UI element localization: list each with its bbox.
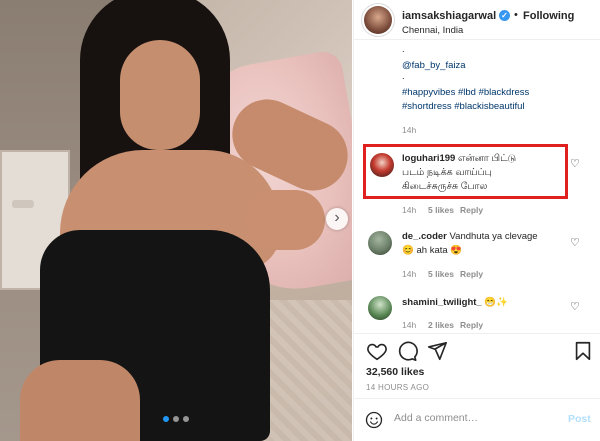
- comment-reply-button[interactable]: Reply: [460, 269, 483, 279]
- comment-text: என்னா பிட்டு: [457, 153, 517, 164]
- comment-likes[interactable]: 2 likes: [428, 320, 454, 330]
- post-header: iamsakshiagarwal ✓ • Following Chennai, …: [354, 0, 600, 40]
- comment-likes[interactable]: 5 likes: [428, 205, 454, 215]
- author-avatar[interactable]: [364, 6, 392, 34]
- comment-text: ah kata: [416, 245, 448, 256]
- caption-dot: .: [402, 44, 405, 55]
- photo-leg: [20, 360, 140, 441]
- verified-icon: ✓: [499, 10, 510, 21]
- like-count[interactable]: 32,560 likes: [366, 366, 424, 378]
- comment-body: de_.coder Vandhuta ya clevage 😊 ah kata …: [402, 230, 567, 258]
- comment-like-heart-icon[interactable]: ♡: [570, 236, 580, 249]
- comment-age: 14h: [402, 320, 417, 330]
- heart-icon[interactable]: [366, 340, 388, 362]
- comment-reply-button[interactable]: Reply: [460, 205, 483, 215]
- share-icon[interactable]: [426, 340, 448, 362]
- carousel-dot: [183, 416, 189, 422]
- comment-username[interactable]: de_.coder: [402, 231, 447, 242]
- post-photo[interactable]: [0, 0, 352, 441]
- comment-likes[interactable]: 5 likes: [428, 269, 454, 279]
- comment-like-heart-icon[interactable]: ♡: [570, 300, 580, 313]
- post-comment-button[interactable]: Post: [568, 413, 591, 425]
- action-bar: [354, 333, 600, 369]
- caption-dot: .: [402, 71, 405, 82]
- comment-reply-button[interactable]: Reply: [460, 320, 483, 330]
- comment-like-heart-icon[interactable]: ♡: [570, 157, 580, 170]
- photo-bg-knob: [12, 200, 34, 208]
- emoji-smile-icon: 😊: [402, 245, 414, 256]
- caption-mention[interactable]: @fab_by_faiza: [402, 60, 466, 71]
- comment-age: 14h: [402, 205, 417, 215]
- post-side-panel: iamsakshiagarwal ✓ • Following Chennai, …: [353, 0, 600, 441]
- comment-username[interactable]: shamini_twilight_: [402, 297, 482, 308]
- comment-body: shamini_twilight_ 😁✨: [402, 296, 567, 310]
- emoji-sparkle-icon: ✨: [496, 297, 509, 308]
- photo-face: [120, 40, 200, 150]
- carousel-next-icon[interactable]: ›: [326, 208, 348, 230]
- comment-username[interactable]: loguhari199: [402, 153, 455, 164]
- header-separator: •: [514, 9, 518, 21]
- comment-text: கிடைச்சுருச்சு போல: [402, 181, 488, 192]
- comment-text: படம் நடிக்க வாய்ப்பு: [402, 167, 492, 178]
- caption-hashtags[interactable]: #shortdress #blackisbeautiful: [402, 101, 525, 112]
- carousel-dot: [163, 416, 169, 422]
- following-button[interactable]: Following: [523, 10, 574, 22]
- bookmark-icon[interactable]: [572, 340, 594, 362]
- comment-body: loguhari199 என்னா பிட்டு படம் நடிக்க வாய…: [402, 152, 552, 194]
- carousel-indicator: [0, 409, 352, 427]
- emoji-heart-eyes-icon: 😍: [450, 245, 463, 256]
- emoji-grin-icon: 😁: [484, 297, 497, 308]
- photo-hand: [245, 190, 325, 250]
- comment-text: Vandhuta ya clevage: [449, 231, 538, 242]
- location-link[interactable]: Chennai, India: [402, 25, 463, 36]
- emoji-icon[interactable]: [365, 411, 383, 429]
- carousel-dot: [173, 416, 179, 422]
- comment-age: 14h: [402, 269, 417, 279]
- post-timestamp: 14 HOURS AGO: [366, 383, 430, 392]
- caption-hashtags[interactable]: #happyvibes #lbd #blackdress: [402, 87, 529, 98]
- commenter-avatar[interactable]: [370, 153, 394, 177]
- commenter-avatar[interactable]: [368, 296, 392, 320]
- author-username[interactable]: iamsakshiagarwal: [402, 10, 496, 22]
- commenter-avatar[interactable]: [368, 231, 392, 255]
- comment-icon[interactable]: [396, 340, 418, 362]
- comment-input[interactable]: [394, 412, 554, 424]
- caption-age: 14h: [402, 125, 417, 135]
